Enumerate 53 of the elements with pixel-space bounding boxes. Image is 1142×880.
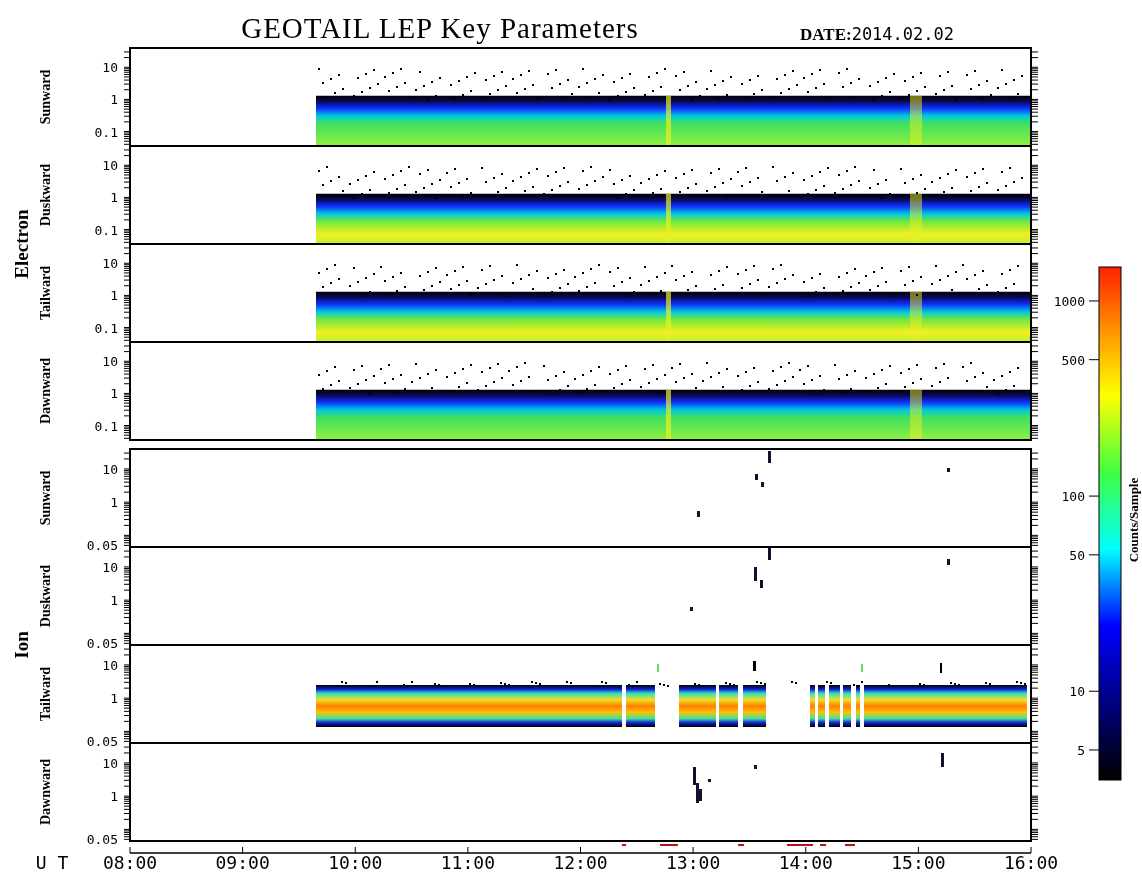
panel-label: Duskward — [38, 564, 53, 628]
time-tick-label: 16:00 — [1003, 852, 1059, 873]
plot-title: GEOTAIL LEP Key Parameters — [241, 12, 639, 44]
y-tick-label: 10 — [102, 755, 118, 771]
y-tick-label: 10 — [102, 657, 118, 673]
y-tick-label: 1 — [110, 190, 118, 206]
color-scale-tick-label: 5 — [1077, 742, 1085, 758]
y-tick-label: 10 — [102, 60, 118, 76]
y-tick-label: 0.1 — [94, 320, 118, 336]
color-scale-tick-label: 10 — [1069, 684, 1085, 700]
color-scale-label: Counts/Sample — [1126, 477, 1141, 563]
panel-label: Sunward — [38, 470, 53, 526]
y-tick-label: 0.05 — [86, 636, 118, 652]
time-tick-label: 12:00 — [553, 852, 608, 873]
time-tick-label: 13:00 — [666, 852, 721, 873]
color-scale-tick-label: 50 — [1069, 547, 1085, 563]
y-tick-label: 1 — [110, 593, 118, 609]
time-tick-label: 10:00 — [328, 852, 383, 873]
y-tick-label: 1 — [110, 288, 118, 304]
y-tick-label: 1 — [110, 789, 118, 805]
y-tick-label: 0.05 — [86, 734, 118, 750]
panel-label: Duskward — [38, 163, 53, 227]
time-tick-label: 09:00 — [215, 852, 270, 873]
panel-label: Dawnward — [38, 357, 53, 425]
y-tick-label: 1 — [110, 691, 118, 707]
color-scale-tick-label: 100 — [1061, 489, 1085, 505]
time-tick-label: 08:00 — [102, 852, 158, 873]
time-tick-label: 15:00 — [891, 852, 946, 873]
y-tick-label: 1 — [110, 495, 118, 511]
y-tick-label: 10 — [102, 354, 118, 370]
panel-label: Tailward — [38, 667, 53, 721]
time-axis-label: U T — [35, 852, 69, 873]
y-tick-label: 0.1 — [94, 222, 118, 238]
panel-label: Tailward — [38, 266, 53, 320]
y-tick-label: 0.1 — [94, 418, 118, 434]
time-tick-label: 14:00 — [778, 852, 833, 873]
y-tick-label: 0.1 — [94, 124, 118, 140]
y-tick-label: 10 — [102, 256, 118, 272]
y-tick-label: 10 — [102, 461, 118, 477]
date-label: DATE:2014.02.02 — [800, 24, 954, 44]
y-tick-label: 0.05 — [86, 832, 118, 848]
panel-label: Sunward — [38, 69, 53, 125]
group-label: Electron — [11, 209, 32, 279]
y-tick-label: 0.05 — [86, 538, 118, 554]
y-tick-label: 10 — [102, 559, 118, 575]
panel-label: Dawnward — [38, 758, 53, 826]
color-scale-tick-label: 500 — [1061, 352, 1085, 368]
y-tick-label: 10 — [102, 158, 118, 174]
y-tick-label: 1 — [110, 386, 118, 402]
time-tick-label: 11:00 — [440, 852, 495, 873]
color-scale-tick-label: 1000 — [1053, 293, 1085, 309]
group-label: Ion — [11, 631, 32, 659]
y-tick-label: 1 — [110, 92, 118, 108]
